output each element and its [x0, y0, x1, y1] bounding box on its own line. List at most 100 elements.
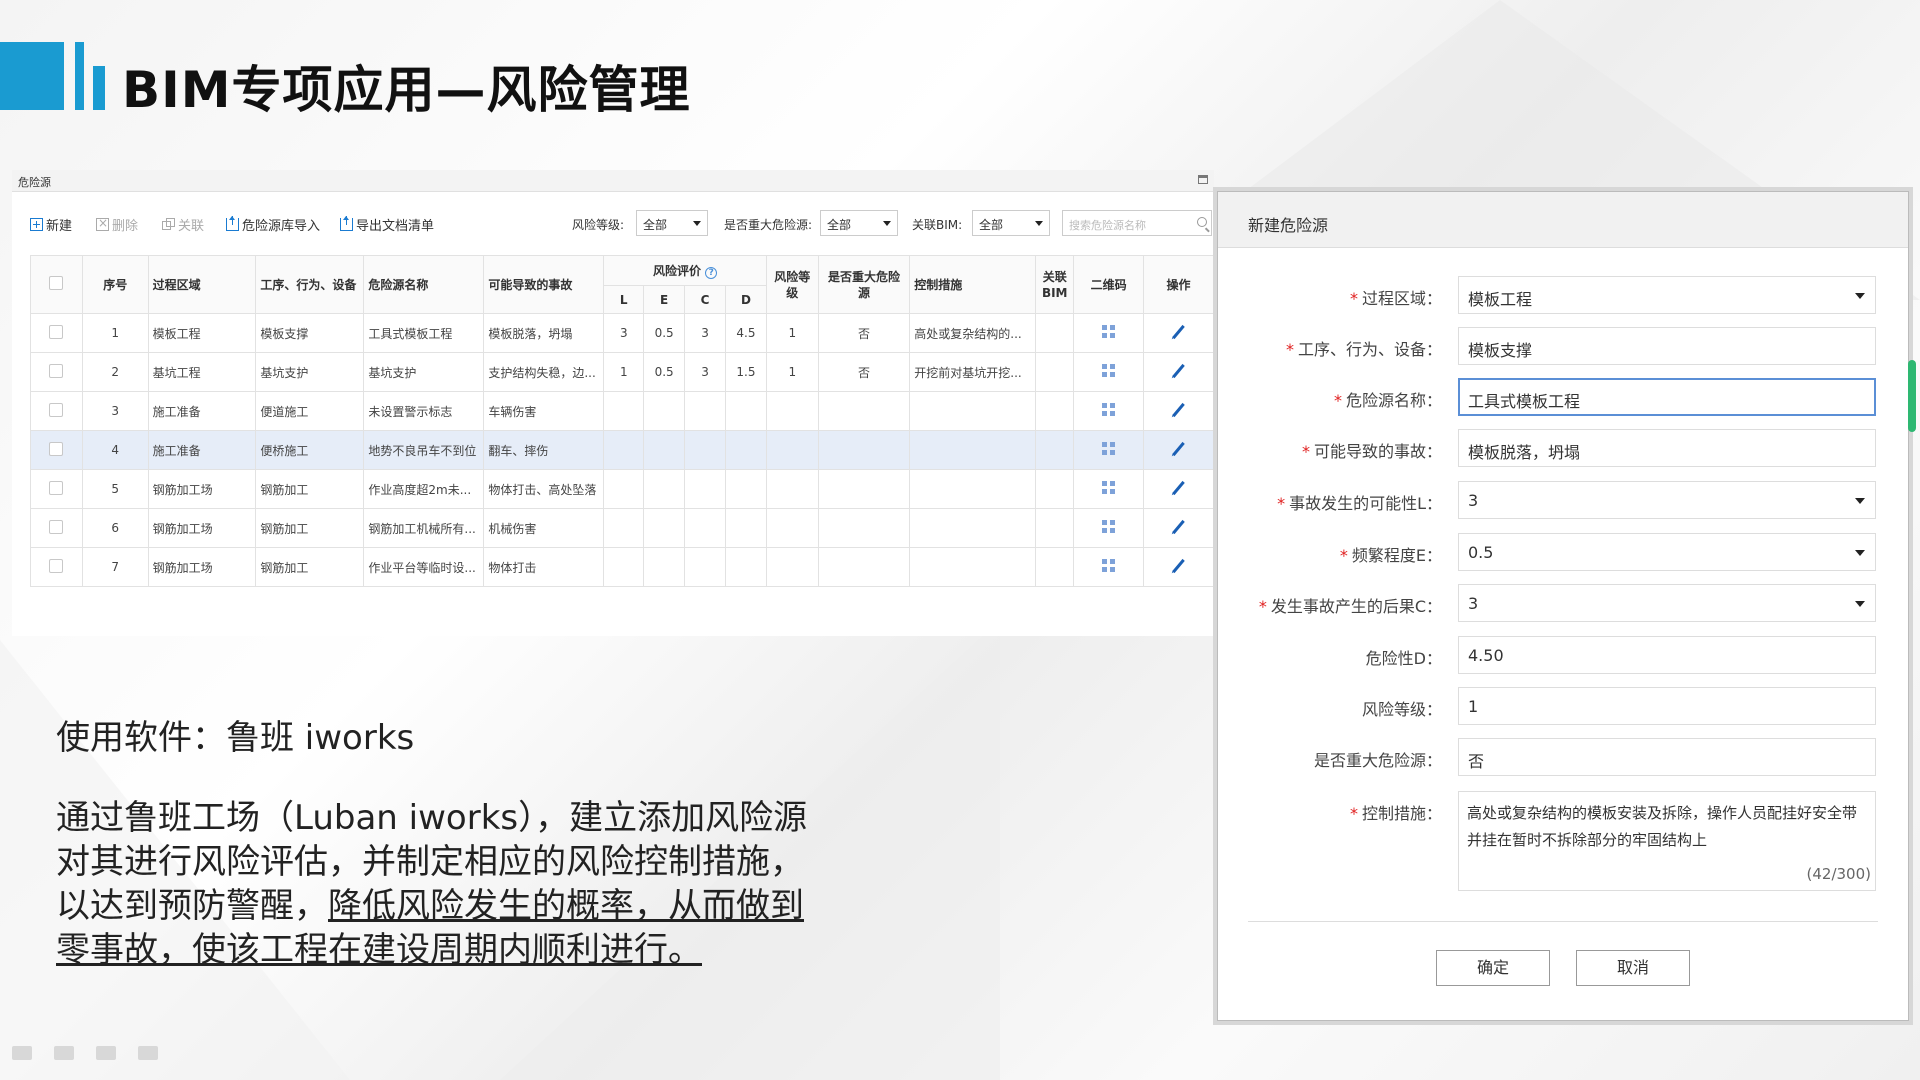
- row-select-cell[interactable]: [30, 313, 83, 353]
- select-all-checkbox[interactable]: [49, 276, 64, 290]
- qrcode-icon[interactable]: [1102, 442, 1116, 455]
- scrollbar-thumb[interactable]: [1908, 360, 1916, 432]
- qrcode-icon[interactable]: [1102, 325, 1116, 338]
- edit-icon[interactable]: [1172, 441, 1185, 456]
- cell-bim: [1035, 391, 1075, 431]
- row-checkbox[interactable]: [49, 519, 64, 534]
- e-select[interactable]: 0.5: [1458, 533, 1876, 571]
- row-select-cell[interactable]: [30, 547, 83, 587]
- cell-ops[interactable]: [1143, 469, 1214, 509]
- row-checkbox[interactable]: [49, 480, 64, 495]
- cell-ops[interactable]: [1143, 508, 1214, 548]
- minimize-icon[interactable]: [1198, 175, 1208, 184]
- edit-icon[interactable]: [1172, 402, 1185, 417]
- l-select[interactable]: 3: [1458, 481, 1876, 519]
- row-checkbox[interactable]: [49, 402, 64, 417]
- confirm-button[interactable]: 确定: [1436, 950, 1550, 986]
- row-select-cell[interactable]: [30, 352, 83, 392]
- risk-level-select[interactable]: 全部: [636, 210, 708, 236]
- new-button[interactable]: 新建: [30, 215, 72, 234]
- process-input[interactable]: 模板支撑: [1458, 327, 1876, 365]
- table-row[interactable]: 1 模板工程 模板支撑 工具式模板工程 模板脱落，坍塌 3 0.5 3 4.5 …: [30, 313, 1214, 353]
- export-button[interactable]: 导出文档清单: [340, 215, 434, 234]
- hazard-name-input[interactable]: 工具式模板工程: [1458, 378, 1876, 416]
- cell-qrcode[interactable]: [1073, 352, 1145, 392]
- row-checkbox[interactable]: [49, 363, 64, 378]
- prev-slide-icon[interactable]: [12, 1046, 32, 1060]
- process-label-text: 工序、行为、设备：: [1297, 340, 1442, 359]
- row-select-cell[interactable]: [30, 508, 83, 548]
- table-row[interactable]: 3 施工准备 便道施工 未设置警示标志 车辆伤害: [30, 391, 1214, 431]
- form-row-l: * 事故发生的可能性L： 3: [1218, 481, 1910, 519]
- bim-select[interactable]: 全部: [972, 210, 1050, 236]
- required-mark: *: [1301, 442, 1310, 461]
- edit-icon[interactable]: [1172, 480, 1185, 495]
- row-checkbox[interactable]: [49, 441, 64, 456]
- cell-e: [643, 430, 686, 470]
- col-risk-level: 风险等级: [765, 255, 819, 314]
- qrcode-icon[interactable]: [1102, 364, 1116, 377]
- next-slide-icon[interactable]: [138, 1046, 158, 1060]
- table-row[interactable]: 6 钢筋加工场 钢筋加工 钢筋加工机械所有... 机械伤害: [30, 508, 1214, 548]
- cell-ops[interactable]: [1143, 547, 1214, 587]
- link-icon: [162, 218, 175, 231]
- link-button[interactable]: 关联: [162, 215, 204, 234]
- dialog-header: 新建危险源: [1218, 192, 1908, 248]
- cell-ops[interactable]: [1143, 391, 1214, 431]
- qrcode-icon[interactable]: [1102, 403, 1116, 416]
- edit-icon[interactable]: [1172, 324, 1185, 339]
- cell-qrcode[interactable]: [1073, 313, 1145, 353]
- cell-d: [724, 469, 767, 509]
- c-select[interactable]: 3: [1458, 584, 1876, 622]
- row-select-cell[interactable]: [30, 430, 83, 470]
- cell-e: [643, 391, 686, 431]
- cell-c: [684, 508, 726, 548]
- cell-qrcode[interactable]: [1073, 508, 1145, 548]
- cell-qrcode[interactable]: [1073, 391, 1145, 431]
- table-row-selected[interactable]: 4 施工准备 便桥施工 地势不良吊车不到位 翻车、摔伤: [30, 430, 1214, 470]
- cell-index: 5: [81, 469, 149, 509]
- import-button[interactable]: 危险源库导入: [226, 215, 320, 234]
- table-row[interactable]: 2 基坑工程 基坑支护 基坑支护 支护结构失稳，边... 1 0.5 3 1.5…: [30, 352, 1214, 392]
- hazard-search-input[interactable]: 搜索危险源名称: [1062, 210, 1212, 236]
- row-checkbox[interactable]: [49, 324, 64, 339]
- accident-input[interactable]: 模板脱落，坍塌: [1458, 429, 1876, 467]
- row-select-cell[interactable]: [30, 469, 83, 509]
- qrcode-icon[interactable]: [1102, 481, 1116, 494]
- area-select[interactable]: 模板工程: [1458, 276, 1876, 314]
- pen-tool-icon[interactable]: [54, 1046, 74, 1060]
- level-input[interactable]: 1: [1458, 687, 1876, 725]
- table-row[interactable]: 5 钢筋加工场 钢筋加工 作业高度超2m未... 物体打击、高处坠落: [30, 469, 1214, 509]
- delete-button[interactable]: 删除: [96, 215, 138, 234]
- major-input[interactable]: 否: [1458, 738, 1876, 776]
- cell-ops[interactable]: [1143, 430, 1214, 470]
- edit-icon[interactable]: [1172, 519, 1185, 534]
- table-row[interactable]: 7 钢筋加工场 钢筋加工 作业平台等临时设... 物体打击: [30, 547, 1214, 587]
- cell-ops[interactable]: [1143, 352, 1214, 392]
- edit-icon[interactable]: [1172, 363, 1185, 378]
- cell-c: [684, 469, 726, 509]
- select-all-cell[interactable]: [30, 255, 83, 314]
- help-icon[interactable]: ?: [705, 267, 718, 279]
- cell-c: 3: [684, 352, 726, 392]
- title-accent-bar: [75, 42, 84, 110]
- cancel-button[interactable]: 取消: [1576, 950, 1690, 986]
- row-select-cell[interactable]: [30, 391, 83, 431]
- cell-qrcode[interactable]: [1073, 469, 1145, 509]
- cell-e: [643, 508, 686, 548]
- cell-bim: [1035, 547, 1075, 587]
- cell-d: [724, 391, 767, 431]
- qrcode-icon[interactable]: [1102, 559, 1116, 572]
- qrcode-icon[interactable]: [1102, 520, 1116, 533]
- d-input[interactable]: 4.50: [1458, 636, 1876, 674]
- menu-icon[interactable]: [96, 1046, 116, 1060]
- cell-qrcode[interactable]: [1073, 547, 1145, 587]
- cell-index: 6: [81, 508, 149, 548]
- cell-qrcode[interactable]: [1073, 430, 1145, 470]
- control-textarea[interactable]: 高处或复杂结构的模板安装及拆除，操作人员配挂好安全带并挂在暂时不拆除部分的牢固结…: [1458, 791, 1876, 891]
- row-checkbox[interactable]: [49, 558, 64, 573]
- major-select[interactable]: 全部: [820, 210, 898, 236]
- cell-ops[interactable]: [1143, 313, 1214, 353]
- edit-icon[interactable]: [1172, 558, 1185, 573]
- search-icon[interactable]: [1197, 217, 1207, 227]
